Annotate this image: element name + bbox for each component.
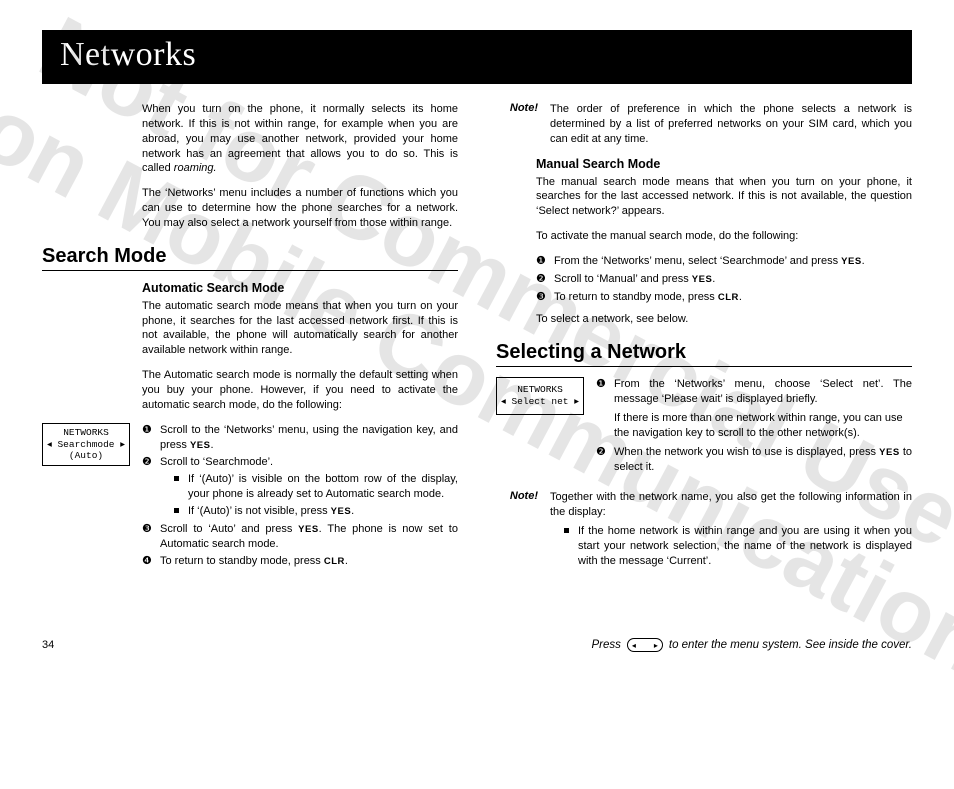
note-display-info: Note! Together with the network name, yo… — [496, 490, 912, 570]
note-text-2: Together with the network name, you also… — [550, 490, 912, 520]
auto-search-paragraph-2: The Automatic search mode is normally th… — [142, 368, 458, 413]
page-number: 34 — [42, 639, 54, 651]
auto-step-3: ❸Scroll to ‘Auto’ and press YES. The pho… — [142, 522, 458, 552]
heading-manual-search-mode: Manual Search Mode — [536, 157, 912, 171]
heading-automatic-search-mode: Automatic Search Mode — [142, 281, 458, 295]
note-preference-order: Note! The order of preference in which t… — [496, 102, 912, 147]
page-title-banner: Networks — [42, 30, 912, 84]
manual-steps-list: ❶From the ‘Networks’ menu, select ‘Searc… — [536, 254, 912, 305]
lcd-display-select-net: NETWORKS ◂ Select net ▸ — [496, 377, 584, 415]
nav-key-icon: ◂▸ — [627, 638, 663, 652]
auto-step-1: ❶Scroll to the ‘Networks’ menu, using th… — [142, 423, 458, 453]
auto-step-2: ❷Scroll to ‘Searchmode’. If ‘(Auto)’ is … — [142, 455, 458, 518]
note-label: Note! — [496, 102, 538, 147]
note-bullet-current: If the home network is within range and … — [564, 524, 912, 569]
left-column: When you turn on the phone, it normally … — [42, 102, 458, 585]
intro-paragraph-2: The ‘Networks’ menu includes a number of… — [142, 186, 458, 231]
auto-steps-list: ❶Scroll to the ‘Networks’ menu, using th… — [142, 423, 458, 570]
auto-step-2-sub-1: If ‘(Auto)’ is visible on the bottom row… — [174, 472, 458, 502]
lcd-display-searchmode: NETWORKS ◂ Searchmode ▸ (Auto) — [42, 423, 130, 467]
manual-paragraph-2: To activate the manual search mode, do t… — [536, 229, 912, 244]
manual-paragraph-1: The manual search mode means that when y… — [536, 175, 912, 220]
select-steps-list: ❶From the ‘Networks’ menu, choose ‘Selec… — [596, 377, 912, 474]
page-footer: 34 Press ◂▸ to enter the menu system. Se… — [42, 638, 912, 652]
auto-step-4: ❹To return to standby mode, press CLR. — [142, 554, 458, 569]
manual-step-2: ❷Scroll to ‘Manual’ and press YES. — [536, 272, 912, 287]
select-step-1b: If there is more than one network within… — [614, 411, 912, 441]
heading-selecting-network: Selecting a Network — [496, 341, 912, 367]
content-columns: When you turn on the phone, it normally … — [42, 102, 912, 585]
manual-step-1: ❶From the ‘Networks’ menu, select ‘Searc… — [536, 254, 912, 269]
intro-paragraph-1: When you turn on the phone, it normally … — [142, 102, 458, 176]
note-label-2: Note! — [496, 490, 538, 570]
manual-paragraph-3: To select a network, see below. — [536, 312, 912, 327]
footer-hint: Press ◂▸ to enter the menu system. See i… — [591, 638, 912, 652]
auto-search-paragraph-1: The automatic search mode means that whe… — [142, 299, 458, 358]
manual-step-3: ❸To return to standby mode, press CLR. — [536, 290, 912, 305]
note-text-1: The order of preference in which the pho… — [550, 102, 912, 147]
select-step-1: ❶From the ‘Networks’ menu, choose ‘Selec… — [596, 377, 912, 440]
auto-step-2-sub-2: If ‘(Auto)’ is not visible, press YES. — [174, 504, 458, 519]
right-column: Note! The order of preference in which t… — [496, 102, 912, 585]
heading-search-mode: Search Mode — [42, 245, 458, 271]
select-step-2: ❷When the network you wish to use is dis… — [596, 445, 912, 475]
